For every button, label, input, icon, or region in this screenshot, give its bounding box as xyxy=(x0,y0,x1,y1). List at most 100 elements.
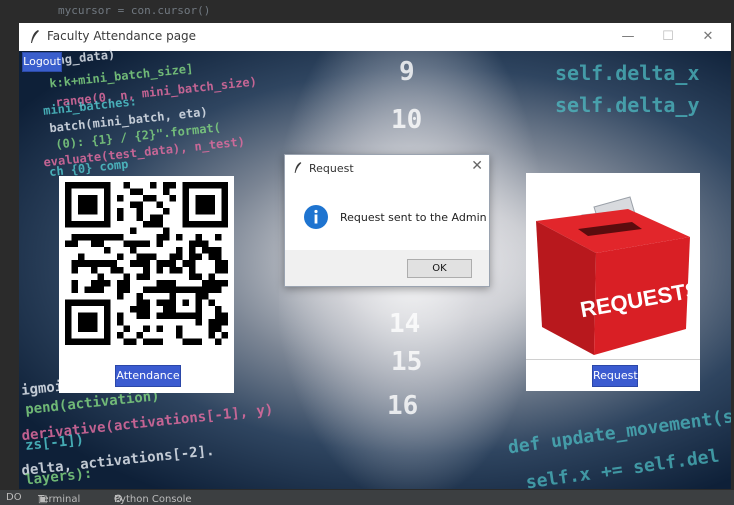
qr-module xyxy=(162,182,170,189)
qr-module xyxy=(162,234,170,241)
qr-module xyxy=(117,214,124,222)
qr-module xyxy=(117,286,124,293)
qr-module xyxy=(78,253,85,261)
ide-bottom-left-label: DO xyxy=(6,492,22,503)
qr-module xyxy=(78,234,85,241)
qr-module xyxy=(162,312,170,319)
qr-module xyxy=(221,312,228,319)
qr-module xyxy=(71,234,79,241)
qr-module xyxy=(123,325,131,332)
dialog-message: Request sent to the Admin xyxy=(340,211,487,224)
qr-module xyxy=(84,260,92,267)
qr-module xyxy=(188,273,196,280)
background-digit: 9 xyxy=(399,57,415,87)
qr-module xyxy=(123,286,131,293)
background-digit: 10 xyxy=(391,105,423,135)
qr-module xyxy=(175,253,183,261)
qr-module xyxy=(195,234,202,241)
qr-module xyxy=(71,279,79,287)
qr-module xyxy=(130,227,137,235)
qr-module xyxy=(136,292,144,300)
qr-module xyxy=(117,234,124,241)
qr-module xyxy=(214,318,222,326)
qr-module xyxy=(175,234,183,241)
background-digit: 16 xyxy=(387,391,419,421)
qr-module xyxy=(143,305,150,313)
minimize-button[interactable]: — xyxy=(616,27,640,47)
qr-module xyxy=(156,221,163,228)
maximize-button[interactable]: ☐ xyxy=(656,27,680,47)
qr-module xyxy=(195,195,215,215)
qr-module xyxy=(130,188,137,196)
background-code-line: self.delta_x xyxy=(555,61,700,85)
qr-module xyxy=(169,182,176,189)
qr-module xyxy=(156,299,163,306)
qr-module xyxy=(208,273,215,280)
qr-module xyxy=(156,312,163,319)
qr-module xyxy=(91,260,98,267)
request-button[interactable]: Request xyxy=(592,365,638,387)
qr-module xyxy=(201,286,209,293)
background-digit: 14 xyxy=(389,309,421,339)
qr-module xyxy=(104,279,111,287)
qr-module xyxy=(65,240,72,248)
qr-module xyxy=(97,279,105,287)
qr-module xyxy=(208,247,215,254)
qr-module xyxy=(156,279,163,287)
qr-module xyxy=(117,312,124,319)
qr-module xyxy=(143,260,150,267)
qr-module xyxy=(123,240,131,248)
qr-module xyxy=(169,266,176,274)
qr-module xyxy=(214,253,222,261)
qr-module xyxy=(182,260,189,267)
qr-module xyxy=(195,240,202,248)
request-box-image: REQUESTS xyxy=(536,196,694,355)
background-digit: 15 xyxy=(391,347,423,377)
qr-module xyxy=(208,325,215,332)
qr-module xyxy=(91,240,98,248)
qr-module xyxy=(136,240,144,248)
ide-bottom-toolbar: DO ▣ Terminal ✪ Python Console xyxy=(0,490,734,505)
qr-module xyxy=(130,305,137,313)
request-panel: REQUESTS Request xyxy=(526,173,700,391)
window-titlebar[interactable]: Faculty Attendance page — ☐ ✕ xyxy=(19,23,731,51)
ok-button[interactable]: OK xyxy=(407,259,472,278)
qr-module xyxy=(130,260,137,267)
qr-module xyxy=(136,305,144,313)
qr-module xyxy=(71,240,79,248)
qr-module xyxy=(188,253,196,261)
qr-module xyxy=(136,312,144,319)
close-button[interactable]: ✕ xyxy=(696,27,720,47)
qr-module xyxy=(149,253,157,261)
qr-module xyxy=(117,208,124,215)
qr-module xyxy=(97,260,105,267)
qr-module xyxy=(214,260,222,267)
dialog-close-button[interactable]: ✕ xyxy=(471,158,483,174)
qr-module xyxy=(188,266,196,274)
qr-module xyxy=(175,247,183,254)
qr-module xyxy=(195,253,202,261)
qr-module xyxy=(195,338,202,345)
qr-module xyxy=(110,260,118,267)
qr-module xyxy=(97,234,105,241)
qr-code-panel: Attendance xyxy=(59,176,234,393)
logout-button[interactable]: Logout xyxy=(22,52,62,72)
qr-module xyxy=(156,286,163,293)
qr-module xyxy=(208,299,215,306)
qr-module xyxy=(188,338,196,345)
qr-module xyxy=(195,318,202,326)
qr-module xyxy=(117,195,124,202)
qr-module xyxy=(136,208,144,215)
attendance-button[interactable]: Attendance xyxy=(115,365,181,387)
qr-module xyxy=(156,214,163,222)
qr-module xyxy=(201,240,209,248)
qr-module xyxy=(156,234,163,241)
qr-module xyxy=(175,331,183,339)
qr-module xyxy=(156,201,163,209)
dialog-title: Request xyxy=(309,162,354,175)
qr-module xyxy=(162,188,170,196)
qr-module xyxy=(136,331,144,339)
qr-module xyxy=(188,247,196,254)
ide-editor-strip: mycursor = con.cursor() xyxy=(0,0,734,22)
qr-module xyxy=(130,240,137,248)
